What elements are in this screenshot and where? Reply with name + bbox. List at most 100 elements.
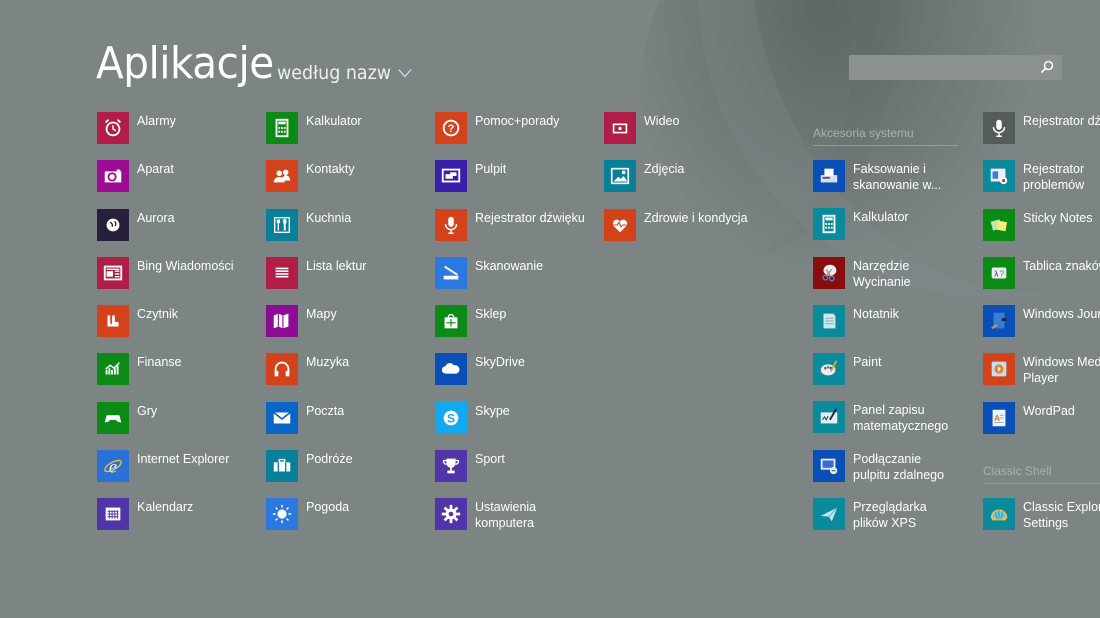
app-label: Sport [475, 452, 505, 467]
app-tile-kalkulator[interactable]: Kalkulator [813, 208, 978, 256]
app-tile-poczta[interactable]: Poczta [266, 401, 431, 450]
app-label: Mapy [306, 307, 337, 322]
app-label: Sticky Notes [1023, 210, 1093, 225]
app-tile-alarmy[interactable]: Alarmy [97, 112, 262, 160]
charmap-icon: λ? [983, 256, 1015, 289]
math-input-icon [813, 401, 845, 434]
headphones-icon [266, 353, 298, 386]
help-icon: ? [435, 112, 467, 144]
app-label: Skanowanie [475, 258, 544, 273]
app-tile-podlaczanie-pulpitu-zdalnego[interactable]: Podłączanie pulpitu zdalnego [813, 449, 978, 498]
photos-icon [604, 160, 636, 193]
app-tile-gry[interactable]: Gry [97, 401, 262, 450]
app-tile-notatnik[interactable]: Notatnik [813, 304, 978, 353]
store-icon [435, 305, 467, 338]
group-header: Classic Shell [983, 464, 1052, 478]
cloud-icon [435, 353, 467, 386]
app-tile-skanowanie[interactable]: Skanowanie [435, 256, 600, 305]
people-icon [266, 160, 298, 193]
app-label: Zdjęcia [644, 162, 685, 177]
app-tile-paint[interactable]: Paint [813, 353, 978, 401]
app-tile-muzyka[interactable]: Muzyka [266, 353, 431, 401]
app-label: Pogoda [306, 500, 350, 515]
app-tile-ustawienia-komputera[interactable]: Ustawienia komputera [435, 498, 600, 546]
app-tile-sport[interactable]: Sport [435, 450, 600, 498]
svg-text:?: ? [448, 123, 455, 135]
gear-icon [435, 498, 467, 531]
microphone-icon [983, 112, 1015, 144]
app-tile-faksowanie-i-skanowanie-w[interactable]: Faksowanie i skanowanie w... [813, 160, 978, 208]
scanner-icon [435, 256, 467, 289]
reader-icon [97, 305, 129, 338]
app-tile-sklep[interactable]: Sklep [435, 305, 600, 353]
app-tile-rejestrator-dzwieku[interactable]: Rejestrator dźwięku [983, 112, 1100, 160]
sun-icon [266, 498, 298, 531]
chart-icon [97, 353, 129, 386]
app-tile-rejestrator-dzwieku[interactable]: Rejestrator dźwięku [435, 208, 600, 257]
shell-icon [983, 498, 1015, 530]
app-tile-czytnik[interactable]: Czytnik [97, 305, 262, 353]
chevron-down-icon [398, 62, 412, 78]
app-tile-skydrive[interactable]: SkyDrive [435, 353, 600, 401]
app-label: Sklep [475, 307, 507, 322]
app-label: Kalkulator [306, 114, 362, 128]
group-akcesoria-systemu: Faksowanie i skanowanie w... Kalkulator Na… [813, 160, 978, 546]
app-tile-pogoda[interactable]: Pogoda [266, 498, 431, 546]
app-tile-pulpit[interactable]: Pulpit [435, 160, 600, 208]
app-tile-kalendarz[interactable]: Kalendarz [97, 498, 262, 546]
app-tile-lista-lektur[interactable]: Lista lektur [266, 256, 431, 305]
app-tile-przegladarka-plikow-xps[interactable]: Przeglądarka plików XPS [813, 498, 978, 546]
microphone-icon [435, 208, 467, 241]
app-tile-windows-journal[interactable]: Windows Journal [983, 305, 1100, 353]
app-tile-sticky-notes[interactable]: Sticky Notes [983, 208, 1100, 257]
app-label: Gry [137, 403, 158, 418]
app-tile-narzedzie-wycinanie[interactable]: Narzędzie Wycinanie [813, 256, 978, 305]
calculator-icon [266, 112, 298, 144]
app-label: Windows Media Player [1023, 355, 1100, 386]
steps-recorder-icon [983, 160, 1015, 193]
app-label: Przeglądarka plików XPS [853, 500, 927, 531]
ie-icon: e [97, 450, 129, 483]
app-tile-classic-explorer-settings[interactable]: Classic Explorer Settings [983, 498, 1100, 546]
app-tile-kuchnia[interactable]: Kuchnia [266, 208, 431, 257]
media-player-icon [983, 353, 1015, 386]
sort-by-name-button[interactable]: według nazw [277, 62, 412, 84]
app-label: Notatnik [853, 306, 899, 321]
search-icon[interactable] [1040, 60, 1054, 74]
palette-icon [813, 353, 845, 386]
app-tile-kontakty[interactable]: Kontakty [266, 160, 431, 208]
app-tile-podroze[interactable]: Podróże [266, 450, 431, 498]
app-tile-windows-media-player[interactable]: Windows Media Player [983, 353, 1100, 401]
app-tile-zdrowie-i-kondycja[interactable]: Zdrowie i kondycja [604, 208, 769, 257]
app-tile-mapy[interactable]: Mapy [266, 305, 431, 353]
app-label: Panel zapisu matematycznego [853, 403, 949, 434]
app-label: Skype [475, 403, 510, 418]
app-tile-aparat[interactable]: Aparat [97, 160, 262, 208]
app-tile-rejestrator-problemow[interactable]: Rejestrator problemów [983, 160, 1100, 208]
suitcase-icon [266, 450, 298, 483]
app-tile-tablica-znakow[interactable]: λ? Tablica znaków [983, 256, 1100, 305]
group-classic-shell: Classic Explorer Settings [983, 498, 1100, 546]
app-label: Bing Wiadomości [137, 258, 234, 273]
fork-spoon-icon [266, 208, 298, 241]
app-label: Pulpit [475, 162, 507, 177]
app-tile-kalkulator[interactable]: Kalkulator [266, 112, 431, 160]
app-tile-finanse[interactable]: Finanse [97, 353, 262, 401]
app-tile-panel-zapisu-matematycznego[interactable]: Panel zapisu matematycznego [813, 401, 978, 449]
app-tile-aurora[interactable]: Aurora [97, 208, 262, 257]
app-label: Aparat [137, 162, 174, 177]
search-box[interactable] [849, 55, 1062, 80]
globe-icon [97, 208, 129, 241]
app-tile-wideo[interactable]: Wideo [604, 112, 769, 160]
app-label: Internet Explorer [137, 452, 230, 467]
group-header: Akcesoria systemu [813, 126, 914, 140]
app-tile-pomoc-porady[interactable]: ? Pomoc+porady [435, 112, 600, 160]
app-tile-internet-explorer[interactable]: e Internet Explorer [97, 450, 262, 498]
app-label: Faksowanie i skanowanie w... [853, 162, 942, 192]
gamepad-icon [97, 401, 129, 434]
app-tile-skype[interactable]: S Skype [435, 401, 600, 450]
app-tile-wordpad[interactable]: A WordPad [983, 401, 1100, 450]
app-tile-bing-wiadomosci[interactable]: Bing Wiadomości [97, 256, 262, 305]
app-tile-zdjecia[interactable]: Zdjęcia [604, 160, 769, 208]
search-input[interactable] [849, 55, 1037, 80]
